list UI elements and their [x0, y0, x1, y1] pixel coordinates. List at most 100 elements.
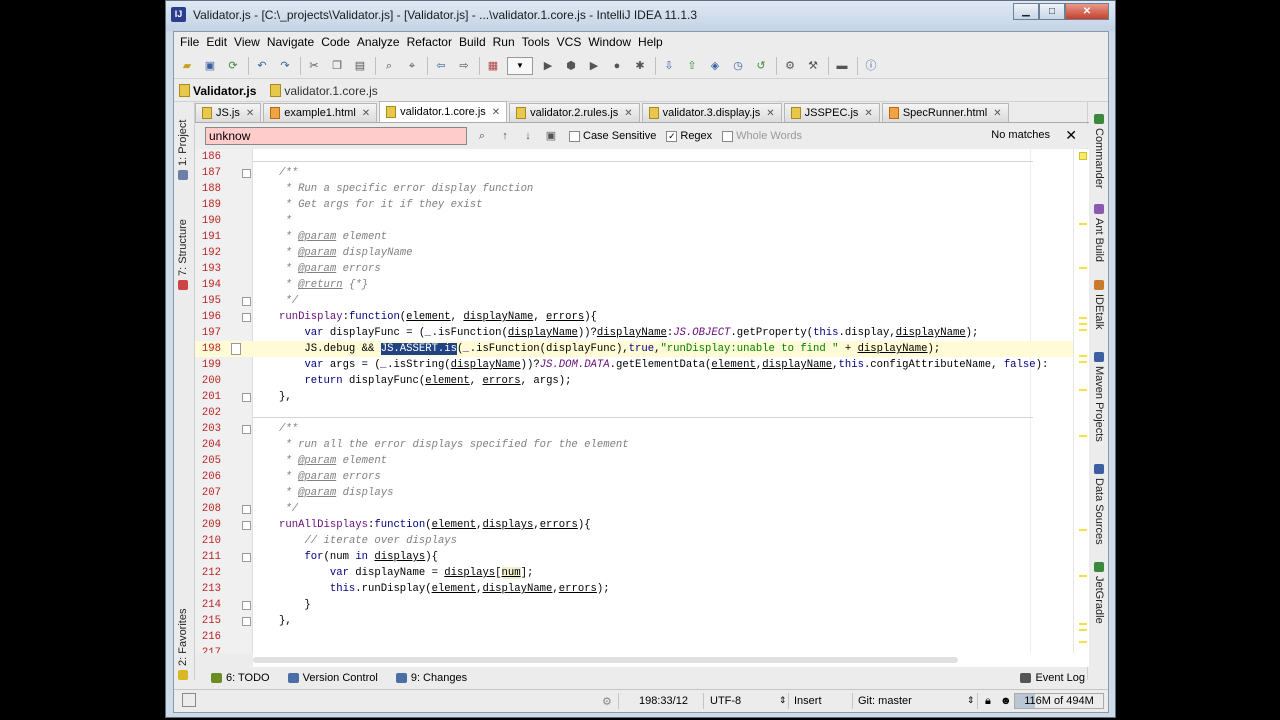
fold-marker-icon[interactable] [242, 169, 251, 178]
make-project-icon[interactable]: ▦ [484, 57, 502, 75]
favorites-panel-tab[interactable]: 2: Favorites [177, 609, 189, 680]
tab-jsspec-js[interactable]: JSSPEC.js ✕ [783, 103, 880, 122]
redo-icon[interactable]: ↷ [276, 57, 294, 75]
encoding-dropdown-icon[interactable]: ⇕ [779, 695, 787, 706]
menu-tools[interactable]: Tools [522, 32, 556, 53]
find-all-icon[interactable]: ▣ [543, 128, 559, 144]
breadcrumb-project[interactable]: Validator.js [179, 84, 256, 98]
warning-marker[interactable] [1079, 529, 1087, 531]
copy-icon[interactable]: ❐ [328, 57, 346, 75]
warning-marker[interactable] [1079, 629, 1087, 631]
regex-checkbox[interactable]: ✓ Regex [666, 130, 712, 142]
menu-refactor[interactable]: Refactor [407, 32, 458, 53]
warning-marker[interactable] [1079, 223, 1087, 225]
inspector-icon[interactable]: ☻ [1000, 695, 1012, 707]
case-sensitive-checkbox[interactable]: Case Sensitive [569, 130, 656, 142]
replace-icon[interactable]: ⌖ [403, 57, 421, 75]
encoding[interactable]: UTF-8 [710, 695, 741, 707]
undo-icon[interactable]: ↶ [253, 57, 271, 75]
help-icon[interactable]: ⓘ [862, 57, 880, 75]
whole-words-checkbox[interactable]: Whole Words [722, 130, 802, 142]
menu-vcs[interactable]: VCS [557, 32, 588, 53]
revert-icon[interactable]: ↺ [752, 57, 770, 75]
warning-marker[interactable] [1079, 329, 1087, 331]
tool-windows-toggle-icon[interactable] [182, 693, 196, 707]
minimize-button[interactable]: ▁ [1013, 3, 1039, 20]
debug-icon[interactable]: ⬢ [562, 57, 580, 75]
warning-marker[interactable] [1079, 575, 1087, 577]
menu-build[interactable]: Build [459, 32, 492, 53]
warning-marker[interactable] [1079, 355, 1087, 357]
jetgradle-panel-tab[interactable]: JetGradle [1093, 562, 1105, 624]
error-stripe-scrollbar[interactable] [1073, 149, 1089, 659]
fold-marker-icon[interactable] [242, 601, 251, 610]
find-icon[interactable]: ⌕ [380, 57, 398, 75]
run-coverage-icon[interactable]: ▶ [585, 57, 603, 75]
version-control-tab[interactable]: Version Control [287, 672, 378, 684]
analysis-status-icon[interactable] [1079, 152, 1087, 160]
warning-marker[interactable] [1079, 323, 1087, 325]
insert-mode[interactable]: Insert [794, 695, 822, 707]
cut-icon[interactable]: ✂ [305, 57, 323, 75]
close-button[interactable]: ✕ [1065, 3, 1109, 20]
close-tab-icon[interactable]: ✕ [624, 108, 632, 119]
fold-marker-icon[interactable] [242, 505, 251, 514]
fold-marker-icon[interactable] [242, 393, 251, 402]
todo-tab[interactable]: 6: TODO [211, 672, 270, 684]
menu-code[interactable]: Code [321, 32, 356, 53]
fold-marker-icon[interactable] [242, 425, 251, 434]
close-tab-icon[interactable]: ✕ [864, 108, 872, 119]
menu-analyze[interactable]: Analyze [357, 32, 406, 53]
warning-marker[interactable] [1079, 317, 1087, 319]
breadcrumb-file[interactable]: validator.1.core.js [270, 84, 378, 98]
horizontal-scrollbar[interactable] [253, 653, 1089, 667]
menu-edit[interactable]: Edit [206, 32, 233, 53]
tab-validator-3-display-js[interactable]: validator.3.display.js ✕ [641, 103, 782, 122]
tab-validator-2-rules-js[interactable]: validator.2.rules.js ✕ [509, 103, 640, 122]
memory-indicator[interactable]: 116M of 494M [1014, 693, 1104, 709]
history-icon[interactable]: ◷ [729, 57, 747, 75]
fold-marker-icon[interactable] [242, 521, 251, 530]
search-history-icon[interactable]: ⌕ [474, 128, 490, 144]
code-editor[interactable]: 186 187/** 188 * Run a specific error di… [195, 149, 1073, 653]
tab-validator-1-core-js[interactable]: validator.1.core.js ✕ [379, 101, 508, 122]
title-bar[interactable]: IJ Validator.js - [C:\_projects\Validato… [166, 1, 1115, 31]
paste-icon[interactable]: ▤ [351, 57, 369, 75]
close-tab-icon[interactable]: ✕ [766, 108, 774, 119]
fold-marker-icon[interactable] [242, 617, 251, 626]
fold-marker-icon[interactable] [242, 313, 251, 322]
menu-navigate[interactable]: Navigate [267, 32, 320, 53]
event-log-tab[interactable]: Event Log [1020, 672, 1085, 684]
warning-marker[interactable] [1079, 389, 1087, 391]
warning-marker[interactable] [1079, 623, 1087, 625]
maximize-button[interactable]: □ [1039, 3, 1065, 20]
settings-icon[interactable]: ⚙ [781, 57, 799, 75]
fold-marker-icon[interactable] [242, 297, 251, 306]
previous-occurrence-icon[interactable]: ↑ [497, 128, 513, 144]
forward-icon[interactable]: ⇨ [455, 57, 473, 75]
compare-icon[interactable]: ◈ [706, 57, 724, 75]
vcs-commit-icon[interactable]: ⇧ [683, 57, 701, 75]
menu-file[interactable]: File [180, 32, 205, 53]
menu-window[interactable]: Window [588, 32, 637, 53]
idetalk-panel-tab[interactable]: IDEtalk [1093, 280, 1105, 329]
commander-panel-tab[interactable]: Commander [1093, 114, 1105, 189]
run-icon[interactable]: ▶ [539, 57, 557, 75]
tab-js-js[interactable]: JS.js ✕ [195, 103, 262, 122]
close-tab-icon[interactable]: ✕ [993, 108, 1001, 119]
menu-view[interactable]: View [234, 32, 266, 53]
menu-run[interactable]: Run [493, 32, 521, 53]
project-panel-tab[interactable]: 1: Project [177, 120, 189, 180]
warning-marker[interactable] [1079, 267, 1087, 269]
cursor-position[interactable]: 198:33/12 [639, 695, 688, 707]
menu-help[interactable]: Help [638, 32, 669, 53]
data-sources-panel-tab[interactable]: Data Sources [1093, 464, 1105, 545]
vcs-update-icon[interactable]: ⇩ [660, 57, 678, 75]
changes-tab[interactable]: 9: Changes [395, 672, 467, 684]
run-configuration-dropdown[interactable]: ▼ [507, 56, 533, 75]
horizontal-scroll-thumb[interactable] [253, 657, 958, 663]
warning-marker[interactable] [1079, 641, 1087, 643]
back-icon[interactable]: ⇦ [432, 57, 450, 75]
ant-build-panel-tab[interactable]: Ant Build [1093, 204, 1105, 262]
next-occurrence-icon[interactable]: ↓ [520, 128, 536, 144]
